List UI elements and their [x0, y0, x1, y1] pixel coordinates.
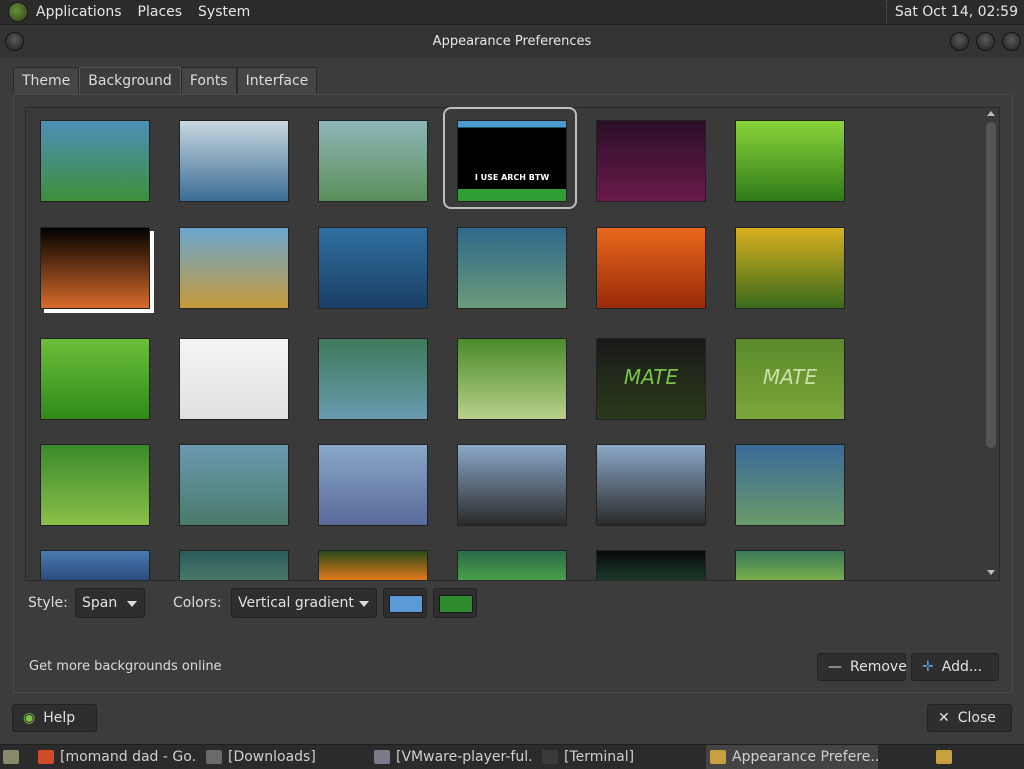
colors-label: Colors: — [173, 595, 222, 611]
bottom-taskbar: [momand dad - Go... [Downloads] [VMware-… — [0, 744, 1024, 769]
gallery-scrollbar[interactable] — [984, 108, 998, 578]
wallpaper-thumbnail[interactable] — [179, 227, 289, 309]
minimize-icon[interactable] — [950, 32, 969, 51]
remove-label: Remove — [850, 659, 907, 675]
taskbar-label: [VMware-player-ful... — [396, 749, 534, 765]
taskbar-item-terminal[interactable]: [Terminal] — [542, 745, 702, 769]
style-value: Span — [82, 595, 118, 611]
close-label: Close — [957, 710, 996, 726]
taskbar-label: [Downloads] — [228, 749, 316, 765]
tab-fonts[interactable]: Fonts — [180, 67, 237, 94]
tab-bar: Theme Background Fonts Interface — [13, 67, 318, 96]
wallpaper-thumbnail[interactable] — [457, 444, 567, 526]
wallpaper-thumbnail[interactable] — [179, 120, 289, 202]
wallpaper-thumbnail[interactable] — [457, 550, 567, 580]
wallpaper-thumbnail[interactable] — [596, 120, 706, 202]
help-lifebuoy-icon: ◉ — [23, 710, 36, 726]
wallpaper-thumbnail[interactable] — [318, 120, 428, 202]
tab-theme[interactable]: Theme — [13, 67, 80, 94]
wallpaper-thumbnail[interactable] — [40, 227, 150, 309]
wallpaper-thumbnail[interactable] — [318, 444, 428, 526]
package-icon — [374, 750, 390, 764]
panel-clock[interactable]: Sat Oct 14, 02:59 — [885, 0, 1018, 24]
chevron-down-icon — [127, 601, 137, 607]
secondary-color-button[interactable] — [433, 588, 477, 618]
appearance-icon — [710, 750, 726, 764]
show-desktop-icon[interactable] — [3, 745, 23, 769]
close-icon: ✕ — [938, 710, 950, 726]
taskbar-label: [Terminal] — [564, 749, 635, 765]
taskbar-item-chrome[interactable]: [momand dad - Go... — [38, 745, 196, 769]
taskbar-label: [momand dad - Go... — [60, 749, 196, 765]
wallpaper-thumbnail[interactable] — [457, 338, 567, 420]
scroll-down-icon[interactable] — [987, 570, 995, 575]
chevron-down-icon — [359, 601, 369, 607]
wallpaper-thumbnail[interactable] — [457, 227, 567, 309]
mate-logo-icon[interactable] — [8, 2, 28, 22]
colors-combo[interactable]: Vertical gradient — [231, 588, 377, 618]
wallpaper-thumbnail[interactable] — [179, 338, 289, 420]
wallpaper-thumbnail-text: MATE — [762, 365, 818, 389]
wallpaper-thumbnail[interactable] — [179, 550, 289, 580]
close-button[interactable]: ✕ Close — [927, 704, 1012, 732]
selected-wallpaper-ring — [443, 107, 577, 209]
wallpaper-thumbnail[interactable] — [40, 550, 150, 580]
terminal-icon — [542, 750, 558, 764]
style-label: Style: — [28, 595, 68, 611]
minus-icon: — — [828, 659, 842, 675]
help-button[interactable]: ◉ Help — [12, 704, 97, 732]
folder-icon — [206, 750, 222, 764]
wallpaper-thumbnail[interactable] — [318, 338, 428, 420]
wallpaper-thumbnail[interactable] — [735, 550, 845, 580]
wallpaper-thumbnail[interactable] — [40, 120, 150, 202]
colors-value: Vertical gradient — [238, 595, 354, 611]
wallpaper-thumbnail[interactable] — [40, 444, 150, 526]
primary-color-button[interactable] — [383, 588, 427, 618]
style-combo[interactable]: Span — [75, 588, 145, 618]
taskbar-item-vmware[interactable]: [VMware-player-ful... — [374, 745, 534, 769]
wallpaper-thumbnail-text: MATE — [623, 365, 679, 389]
help-label: Help — [43, 710, 76, 726]
taskbar-item-appearance[interactable]: Appearance Prefere... — [706, 745, 878, 769]
chrome-icon — [38, 750, 54, 764]
top-panel: Applications Places System Sat Oct 14, 0… — [0, 0, 1024, 25]
wallpaper-thumbnail[interactable] — [596, 227, 706, 309]
get-more-backgrounds-link[interactable]: Get more backgrounds online — [29, 659, 222, 674]
window-title: Appearance Preferences — [432, 33, 592, 49]
tab-interface[interactable]: Interface — [236, 67, 318, 94]
remove-button[interactable]: — Remove — [817, 653, 907, 681]
tab-background[interactable]: Background — [79, 67, 181, 96]
menu-applications[interactable]: Applications — [28, 0, 130, 24]
plus-icon: ✛ — [922, 659, 934, 675]
wallpaper-thumbnail[interactable] — [735, 227, 845, 309]
menu-places[interactable]: Places — [130, 0, 191, 24]
wallpaper-thumbnail[interactable] — [318, 227, 428, 309]
wallpaper-thumbnail[interactable] — [735, 444, 845, 526]
taskbar-item-downloads[interactable]: [Downloads] — [206, 745, 366, 769]
wallpaper-thumbnail[interactable]: MATE — [596, 338, 706, 420]
scroll-up-icon[interactable] — [987, 111, 995, 116]
add-label: Add... — [941, 659, 983, 675]
scroll-thumb[interactable] — [986, 122, 996, 448]
wallpaper-thumbnail[interactable] — [596, 550, 706, 580]
window-menu-icon[interactable] — [5, 32, 24, 51]
add-button[interactable]: ✛ Add... — [911, 653, 999, 681]
close-window-icon[interactable] — [1002, 32, 1021, 51]
wallpaper-thumbnail[interactable]: MATE — [735, 338, 845, 420]
wallpaper-thumbnail[interactable] — [596, 444, 706, 526]
wallpaper-thumbnail[interactable] — [735, 120, 845, 202]
primary-color-swatch — [389, 595, 423, 613]
menu-system[interactable]: System — [190, 0, 258, 24]
wallpaper-thumbnail[interactable] — [179, 444, 289, 526]
secondary-color-swatch — [439, 595, 473, 613]
taskbar-label: Appearance Prefere... — [732, 749, 878, 765]
wallpaper-thumbnail[interactable] — [318, 550, 428, 580]
window-titlebar[interactable]: Appearance Preferences — [0, 25, 1024, 57]
wallpaper-thumbnail[interactable] — [40, 338, 150, 420]
maximize-icon[interactable] — [976, 32, 995, 51]
tray-icon[interactable] — [936, 745, 958, 769]
